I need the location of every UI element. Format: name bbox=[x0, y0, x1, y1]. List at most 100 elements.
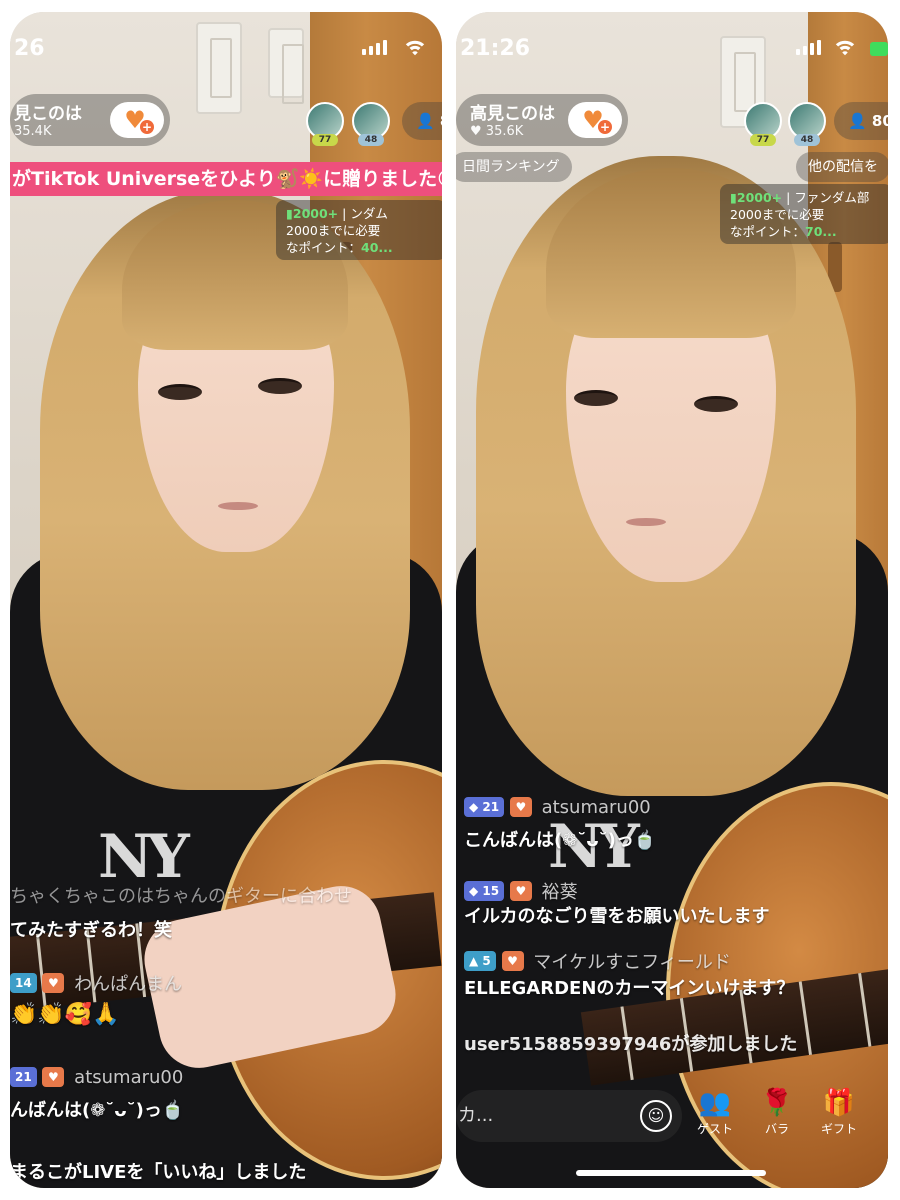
chat-user-row[interactable]: 21 ♥ atsumaru00 bbox=[10, 1066, 183, 1088]
chat-user-row[interactable]: ▲ 5 ♥ マイケルすこフィールド bbox=[464, 948, 731, 974]
host-info[interactable]: 高見このは ♥ 35.6K ♥ + bbox=[456, 94, 628, 146]
top-viewer-avatar[interactable]: 77 bbox=[306, 102, 344, 146]
rose-label: バラ bbox=[764, 1122, 789, 1136]
battery-icon bbox=[870, 42, 888, 56]
rank-count: 2000+ bbox=[292, 206, 339, 221]
emoji-icon[interactable]: ☺ bbox=[640, 1100, 672, 1132]
follow-button[interactable]: ♥ + bbox=[568, 102, 622, 138]
chat-user-row[interactable]: ◆ 15 ♥ 裕葵 bbox=[464, 878, 578, 904]
clock: 26 bbox=[14, 36, 45, 61]
level-value: 5 bbox=[482, 954, 491, 968]
fan-badge-icon: ♥ bbox=[509, 797, 532, 817]
level-value: 15 bbox=[482, 884, 500, 898]
cell-signal-icon bbox=[796, 40, 821, 55]
mouth bbox=[218, 502, 258, 510]
fan-badge-icon: ♥ bbox=[42, 1067, 65, 1087]
left-screenshot: NY 26 見このは 35.4K ♥ + 77 48 👤 8 がTikTok U… bbox=[10, 12, 442, 1188]
top-viewer-avatar[interactable]: 48 bbox=[352, 102, 390, 146]
home-indicator[interactable] bbox=[576, 1170, 766, 1176]
bottom-bar: カ... ☺ 👥 ゲスト 🌹 バラ 🎁 ギフト bbox=[456, 1084, 888, 1154]
person-icon: 👤 bbox=[848, 112, 867, 130]
chat-message: んばんは(❁˘ᴗ˘)っ🍵 bbox=[10, 1100, 185, 1121]
chat-message: 👏👏🥰🙏 bbox=[10, 1002, 120, 1027]
fan-badge-icon: ♥ bbox=[42, 973, 65, 993]
viewer-count[interactable]: 👤 8 bbox=[402, 102, 442, 140]
other-streams-chip[interactable]: 他の配信を bbox=[796, 152, 888, 182]
ranking-box[interactable]: ▮2000+ | ンダム 2000までに必要 なポイント：40... bbox=[276, 200, 442, 260]
clock: 21:26 bbox=[460, 36, 531, 61]
viewer-count-value: 8 bbox=[440, 112, 442, 130]
rank-sep: | bbox=[342, 206, 347, 221]
top-viewer-avatar[interactable]: 77 bbox=[744, 102, 782, 146]
guest-label: ゲスト bbox=[696, 1122, 733, 1136]
host-name: 高見このは bbox=[470, 104, 555, 124]
ranking-box[interactable]: ▮2000+ | ファンダム部 2000までに必要 なポイント：70... bbox=[720, 184, 888, 244]
gift-banner: がTikTok Universeをひより🐒☀️に贈りました😊 bbox=[10, 162, 442, 196]
comment-input[interactable]: カ... ☺ bbox=[456, 1090, 682, 1142]
chat-user-row[interactable]: ◆ 21 ♥ atsumaru00 bbox=[464, 796, 651, 818]
left-eye bbox=[574, 390, 618, 406]
heart-small-icon: ♥ bbox=[470, 124, 482, 139]
viewer-count[interactable]: 👤 80 bbox=[834, 102, 888, 140]
fan-badge-icon: ♥ bbox=[501, 951, 524, 971]
guest-icon: 👥 bbox=[698, 1088, 732, 1118]
left-eye bbox=[158, 384, 202, 400]
rank-tag: ファンダム部 bbox=[794, 190, 870, 205]
top-viewer-avatar[interactable]: 48 bbox=[788, 102, 826, 146]
viewer-count-value: 80 bbox=[871, 112, 888, 130]
chat-message: ELLEGARDENのカーマインいけます？ bbox=[464, 978, 795, 999]
chat-username: atsumaru00 bbox=[541, 796, 651, 818]
rose-button[interactable]: 🌹 バラ bbox=[750, 1086, 804, 1137]
host-name: 見このは bbox=[14, 104, 82, 124]
plus-icon: + bbox=[598, 120, 612, 134]
chat-message: てみたすぎるわ！笑 bbox=[10, 920, 172, 941]
gift-label: ギフト bbox=[820, 1122, 857, 1136]
chat-username: 裕葵 bbox=[541, 882, 578, 903]
wifi-icon bbox=[405, 40, 425, 56]
level-badge: ◆ 15 bbox=[464, 881, 505, 901]
chat-message: ちゃくちゃこのはちゃんのギターに合わせ bbox=[10, 886, 352, 907]
person-icon: 👤 bbox=[416, 112, 435, 130]
rank-line2: 2000までに必要 bbox=[286, 223, 381, 238]
rank-line3-value: 40... bbox=[361, 240, 393, 255]
chart-icon: ▮ bbox=[730, 190, 737, 205]
rank-count: 2000+ bbox=[736, 190, 783, 205]
cell-signal-icon bbox=[362, 40, 387, 55]
right-screenshot: NY 21:26 高見このは ♥ 35.6K ♥ + 77 48 👤 80 日間… bbox=[456, 12, 888, 1188]
viewer-level: 48 bbox=[794, 134, 820, 146]
system-message: user5158859397946が参加しました bbox=[464, 1034, 798, 1055]
plus-icon: + bbox=[140, 120, 154, 134]
level-badge: ▲ 5 bbox=[464, 951, 496, 971]
chat-message: イルカのなごり雪をお願いいたします bbox=[464, 906, 770, 927]
chart-icon: ▮ bbox=[286, 206, 293, 221]
level-badge: 21 bbox=[10, 1067, 37, 1087]
rank-sep: | bbox=[786, 190, 791, 205]
chat-username: わんぱんまん bbox=[74, 974, 183, 995]
rank-line3-value: 70... bbox=[805, 224, 837, 239]
level-badge: 14 bbox=[10, 973, 37, 993]
host-info[interactable]: 見このは 35.4K ♥ + bbox=[10, 94, 170, 146]
rose-icon: 🌹 bbox=[760, 1088, 794, 1118]
follow-button[interactable]: ♥ + bbox=[110, 102, 164, 138]
rank-line2: 2000までに必要 bbox=[730, 207, 825, 222]
right-eye bbox=[258, 378, 302, 394]
gift-icon: 🎁 bbox=[822, 1088, 856, 1118]
level-badge: ◆ 21 bbox=[464, 797, 505, 817]
wifi-icon bbox=[835, 40, 855, 56]
viewer-level: 77 bbox=[750, 134, 776, 146]
rank-tag: ンダム bbox=[350, 206, 388, 221]
chat-username: atsumaru00 bbox=[74, 1066, 184, 1088]
fan-badge-icon: ♥ bbox=[509, 881, 532, 901]
host-likes: 35.4K bbox=[14, 124, 52, 139]
chat-user-row[interactable]: 14 ♥ わんぱんまん bbox=[10, 970, 182, 996]
status-bar: 21:26 bbox=[456, 12, 888, 68]
chat-username: マイケルすこフィールド bbox=[533, 952, 731, 973]
ranking-chip[interactable]: 日間ランキング bbox=[456, 152, 572, 182]
level-value: 21 bbox=[482, 800, 500, 814]
right-eye bbox=[694, 396, 738, 412]
mouth bbox=[626, 518, 666, 526]
gift-button[interactable]: 🎁 ギフト bbox=[812, 1086, 866, 1137]
host-likes: ♥ 35.6K bbox=[470, 124, 523, 139]
rank-line3-label: なポイント： bbox=[730, 224, 806, 239]
guest-button[interactable]: 👥 ゲスト bbox=[688, 1086, 742, 1137]
